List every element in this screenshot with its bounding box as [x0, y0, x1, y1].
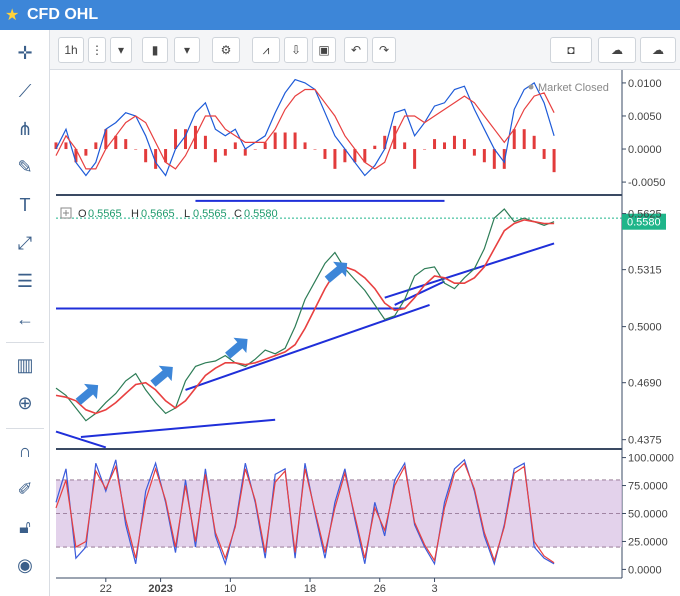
status-dot: [528, 84, 534, 90]
y-tick-label: 0.0000: [628, 144, 662, 156]
macd-histogram-bar: [413, 149, 417, 169]
macd-histogram-bar: [293, 132, 297, 150]
macd-histogram-bar: [373, 145, 377, 150]
macd-histogram-bar: [253, 149, 257, 150]
market-status: Market Closed: [528, 82, 609, 94]
market-status-text: Market Closed: [538, 82, 609, 94]
macd-histogram-bar: [512, 129, 516, 150]
macd-histogram-bar: [423, 149, 427, 150]
ohlc-high: 0.5665: [141, 208, 175, 220]
chart-area[interactable]: 0.5580 0.0100 0.0050 0.0000 -0.0050 0.5625 0.…: [0, 0, 680, 596]
x-tick-label: 18: [304, 583, 316, 595]
macd-histogram-bar: [223, 149, 227, 156]
macd-histogram-bar: [144, 149, 148, 163]
macd-histogram-bar: [542, 149, 546, 159]
macd-histogram-bar: [522, 129, 526, 150]
macd-histogram-bar: [452, 135, 456, 150]
y-tick-label: 100.0000: [628, 453, 674, 465]
macd-histogram-bar: [443, 142, 447, 150]
y-tick-label: 0.0100: [628, 78, 662, 90]
macd-histogram-bar: [532, 135, 536, 150]
y-tick-label: 75.0000: [628, 481, 668, 493]
macd-histogram-bar: [303, 142, 307, 150]
macd-histogram-bar: [482, 149, 486, 163]
x-tick-label: 10: [224, 583, 236, 595]
macd-histogram-bar: [283, 132, 287, 150]
y-tick-label: 0.4690: [628, 378, 662, 390]
y-tick-label: 0.5625: [628, 209, 662, 221]
macd-histogram-bar: [462, 139, 466, 150]
x-tick-label: 2023: [148, 583, 172, 595]
macd-histogram-bar: [233, 142, 237, 150]
macd-histogram-bar: [552, 149, 556, 173]
y-tick-label: 0.4375: [628, 435, 662, 447]
ohlc-low-label: L: [184, 208, 190, 220]
ohlc-low: 0.5565: [193, 208, 227, 220]
macd-histogram-bar: [243, 149, 247, 156]
x-tick-label: 22: [100, 583, 112, 595]
macd-histogram-bar: [124, 139, 128, 150]
macd-histogram-bar: [433, 139, 437, 150]
macd-histogram-bar: [323, 149, 327, 159]
macd-histogram-bar: [263, 142, 267, 150]
ohlc-open-label: O: [78, 208, 87, 220]
y-tick-label: 0.0000: [628, 564, 662, 576]
macd-histogram-bar: [213, 149, 217, 163]
y-tick-label: 0.5000: [628, 322, 662, 334]
y-tick-label: -0.0050: [628, 177, 665, 189]
ohlc-open: 0.5565: [88, 208, 122, 220]
macd-histogram-bar: [64, 142, 68, 150]
macd-histogram-bar: [203, 135, 207, 150]
ohlc-close-label: C: [234, 208, 242, 220]
macd-histogram-bar: [134, 149, 138, 150]
x-tick-label: 3: [431, 583, 437, 595]
x-tick-label: 26: [374, 583, 386, 595]
macd-histogram-bar: [492, 149, 496, 169]
macd-histogram-bar: [174, 129, 178, 150]
macd-histogram-bar: [472, 149, 476, 156]
macd-histogram-bar: [333, 149, 337, 169]
macd-histogram-bar: [84, 149, 88, 156]
ohlc-high-label: H: [131, 208, 139, 220]
y-tick-label: 50.0000: [628, 509, 668, 521]
y-tick-label: 25.0000: [628, 536, 668, 548]
ohlc-close: 0.5580: [244, 208, 278, 220]
y-tick-label: 0.0050: [628, 111, 662, 123]
macd-histogram-bar: [403, 142, 407, 150]
macd-histogram-bar: [94, 142, 98, 150]
y-tick-label: 0.5315: [628, 265, 662, 277]
macd-histogram-bar: [273, 132, 277, 150]
ohlc-legend: O 0.5565 H 0.5665 L 0.5565 C 0.5580: [60, 207, 278, 220]
macd-histogram-bar: [313, 149, 317, 150]
